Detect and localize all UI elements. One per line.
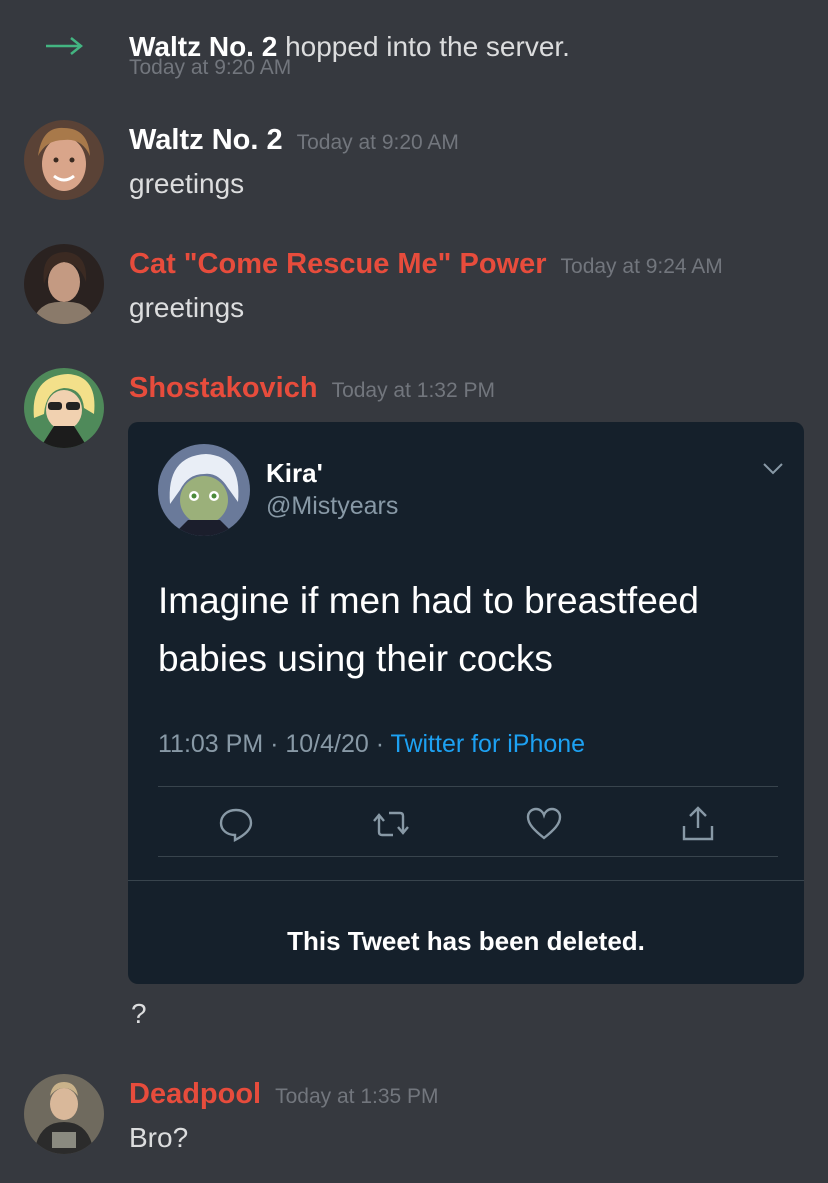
message-header: Cat "Come Rescue Me" Power Today at 9:24 …: [129, 246, 723, 282]
tweet-text: Imagine if men had to breastfeed babies …: [158, 580, 699, 679]
avatar[interactable]: [24, 1074, 104, 1154]
tweet-source: Twitter for iPhone: [390, 730, 586, 758]
join-timestamp: Today at 9:20 AM: [129, 56, 292, 79]
tweet-avatar: [158, 444, 250, 536]
message-timestamp: Today at 9:20 AM: [296, 131, 459, 154]
tweet-deleted-notice: This Tweet has been deleted.: [287, 926, 645, 956]
chat-log: Waltz No. 2 hopped into the server. Toda…: [0, 0, 828, 1183]
system-join-message: Waltz No. 2 hopped into the server. Toda…: [0, 14, 828, 94]
reply-icon: [219, 808, 253, 842]
message-timestamp: Today at 9:24 AM: [560, 255, 723, 278]
message: Cat "Come Rescue Me" Power Today at 9:24 …: [0, 244, 828, 334]
divider: [128, 880, 804, 881]
tweet-metadata: 11:03 PM · 10/4/20 · Twitter for iPhone: [158, 730, 585, 759]
share-icon: [682, 806, 714, 841]
tweet-author-handle: @Mistyears: [266, 492, 399, 520]
like-icon: [526, 807, 562, 840]
chevron-down-icon: [763, 463, 783, 475]
message: Waltz No. 2 Today at 9:20 AM greetings: [0, 120, 828, 210]
avatar[interactable]: [24, 120, 104, 200]
divider: [158, 786, 778, 787]
author-name[interactable]: Cat "Come Rescue Me" Power: [129, 248, 547, 280]
message-text: ?: [131, 998, 147, 1029]
tweet-action-bar: [128, 804, 804, 844]
message-timestamp: Today at 1:32 PM: [331, 379, 495, 402]
avatar[interactable]: [24, 244, 104, 324]
join-text: hopped into the server.: [285, 31, 570, 62]
divider: [158, 856, 778, 857]
join-arrow-icon: [46, 37, 84, 55]
message-text: greetings: [129, 292, 245, 323]
message-header: Shostakovich Today at 1:32 PM: [129, 370, 495, 406]
author-name[interactable]: Waltz No. 2: [129, 124, 283, 156]
tweet-image-attachment[interactable]: Kira' @Mistyears Imagine if men had to b…: [128, 422, 804, 984]
avatar[interactable]: [24, 368, 104, 448]
message: Deadpool Today at 1:35 PM Bro?: [0, 1074, 828, 1164]
retweet-icon: [373, 811, 409, 837]
tweet-author-name: Kira': [266, 458, 323, 488]
message-timestamp: Today at 1:35 PM: [275, 1085, 439, 1108]
tweet-date: 11:03 PM · 10/4/20 ·: [158, 730, 391, 758]
author-name[interactable]: Deadpool: [129, 1078, 261, 1110]
message-header: Deadpool Today at 1:35 PM: [129, 1076, 439, 1112]
message-text: Bro?: [129, 1122, 189, 1153]
message-header: Waltz No. 2 Today at 9:20 AM: [129, 122, 459, 158]
message-text: greetings: [129, 168, 245, 199]
author-name[interactable]: Shostakovich: [129, 372, 318, 404]
